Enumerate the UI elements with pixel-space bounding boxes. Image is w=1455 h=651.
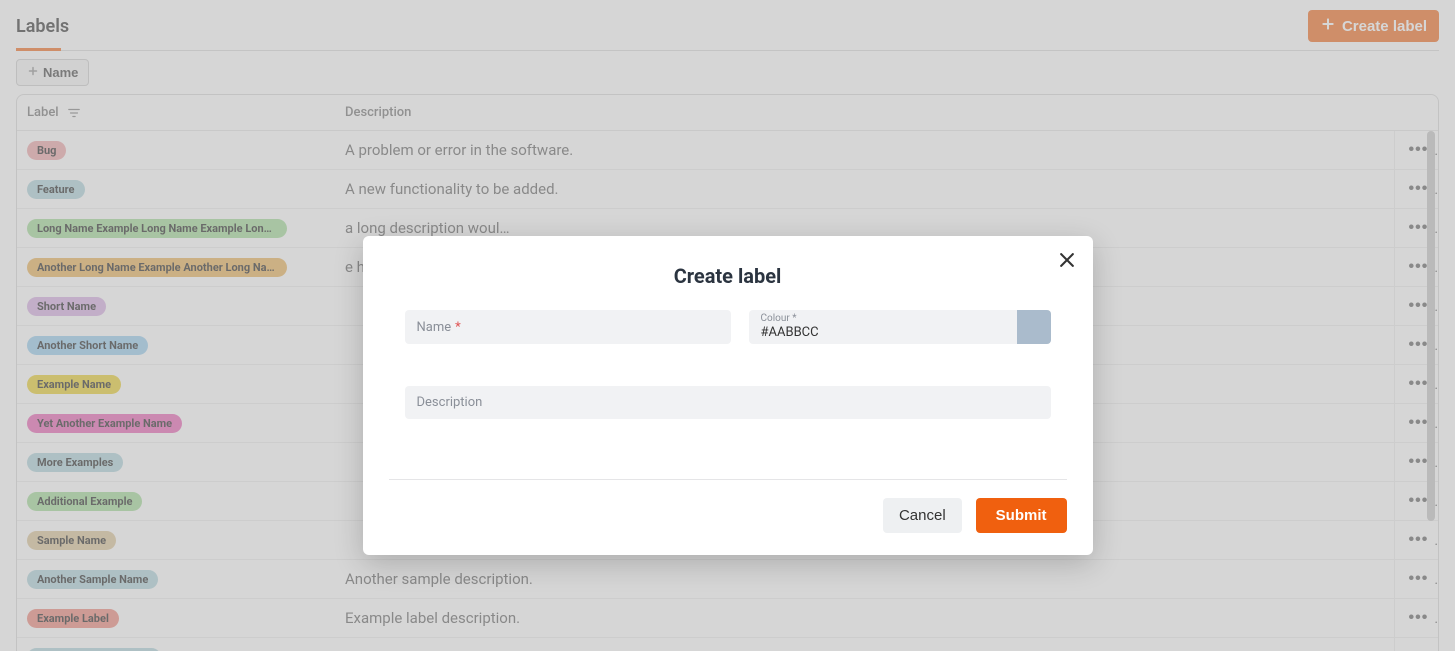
filter-icon[interactable] [67,106,81,120]
label-pill: Another Sample Name [27,570,158,589]
create-label-modal: Create label Name * Colour * #AABBCC Des… [363,236,1093,555]
cancel-button[interactable]: Cancel [883,498,962,533]
name-chip-label: Name [43,65,78,80]
close-button[interactable] [1057,250,1077,273]
row-description: A new functionality to be added. [337,170,1394,209]
more-icon: ••• [1409,297,1429,314]
name-field[interactable]: Name * [405,310,731,344]
colour-swatch[interactable] [1017,310,1051,344]
plus-icon [1320,16,1336,36]
more-icon: ••• [1409,258,1429,275]
label-pill: Example Name [27,375,121,394]
required-mark: * [455,320,461,335]
label-pill: Another Example Label [27,648,161,651]
description-field-label: Description [417,395,483,410]
submit-button[interactable]: Submit [976,498,1067,533]
more-icon: ••• [1409,453,1429,470]
name-field-label: Name [417,320,452,335]
label-pill: Additional Example [27,492,142,511]
label-pill: Yet Another Example Name [27,414,182,433]
create-label-button-text: Create label [1342,18,1427,35]
table-row: Bug A problem or error in the software. ••… [17,131,1438,170]
more-icon: ••• [1409,570,1429,587]
page-title: Labels [16,16,69,37]
label-pill: More Examples [27,453,123,472]
table-row: Another Example Label Another example lab… [17,638,1438,651]
label-pill: Another Short Name [27,336,148,355]
tabstrip [16,48,1439,51]
more-icon: ••• [1409,375,1429,392]
row-actions-button[interactable]: ••• [1403,646,1435,651]
more-icon: ••• [1409,336,1429,353]
label-pill: Feature [27,180,85,199]
close-icon [1057,258,1077,273]
scrollbar[interactable] [1427,131,1435,521]
colour-field-value: #AABBCC [761,325,1005,341]
label-pill: Short Name [27,297,106,316]
table-row: Feature A new functionality to be added. •… [17,170,1438,209]
column-header-label[interactable]: Label [27,105,59,120]
label-pill: Example Label [27,609,119,628]
more-icon: ••• [1409,531,1429,548]
create-label-button[interactable]: Create label [1308,10,1439,42]
required-mark: * [792,313,796,324]
row-actions-button[interactable]: ••• [1403,529,1435,551]
row-description: A problem or error in the software. [337,131,1394,170]
row-description: Another example label description. [337,638,1394,651]
more-icon: ••• [1409,492,1429,509]
more-icon: ••• [1409,141,1429,158]
table-row: Example Label Example label description. •… [17,599,1438,638]
row-description: Example label description. [337,599,1394,638]
row-actions-button[interactable]: ••• [1403,568,1435,590]
row-actions-button[interactable]: ••• [1403,607,1435,629]
plus-icon [27,65,39,80]
modal-title: Create label [389,264,1067,288]
more-icon: ••• [1409,609,1429,626]
table-row: Another Sample Name Another sample descri… [17,560,1438,599]
more-icon: ••• [1409,219,1429,236]
more-icon: ••• [1409,180,1429,197]
colour-field[interactable]: Colour * #AABBCC [749,310,1051,344]
name-filter-chip[interactable]: Name [16,59,89,86]
label-pill: Sample Name [27,531,116,550]
divider [389,479,1067,480]
tab-indicator [16,48,61,51]
description-field[interactable]: Description [405,386,1051,419]
row-description: Another sample description. [337,560,1394,599]
label-pill: Bug [27,141,66,160]
colour-field-label: Colour [761,313,790,324]
label-pill: Long Name Example Long Name Example Long… [27,219,287,238]
label-pill: Another Long Name Example Another Long N… [27,258,287,277]
more-icon: ••• [1409,414,1429,431]
column-header-description[interactable]: Description [337,95,1394,131]
